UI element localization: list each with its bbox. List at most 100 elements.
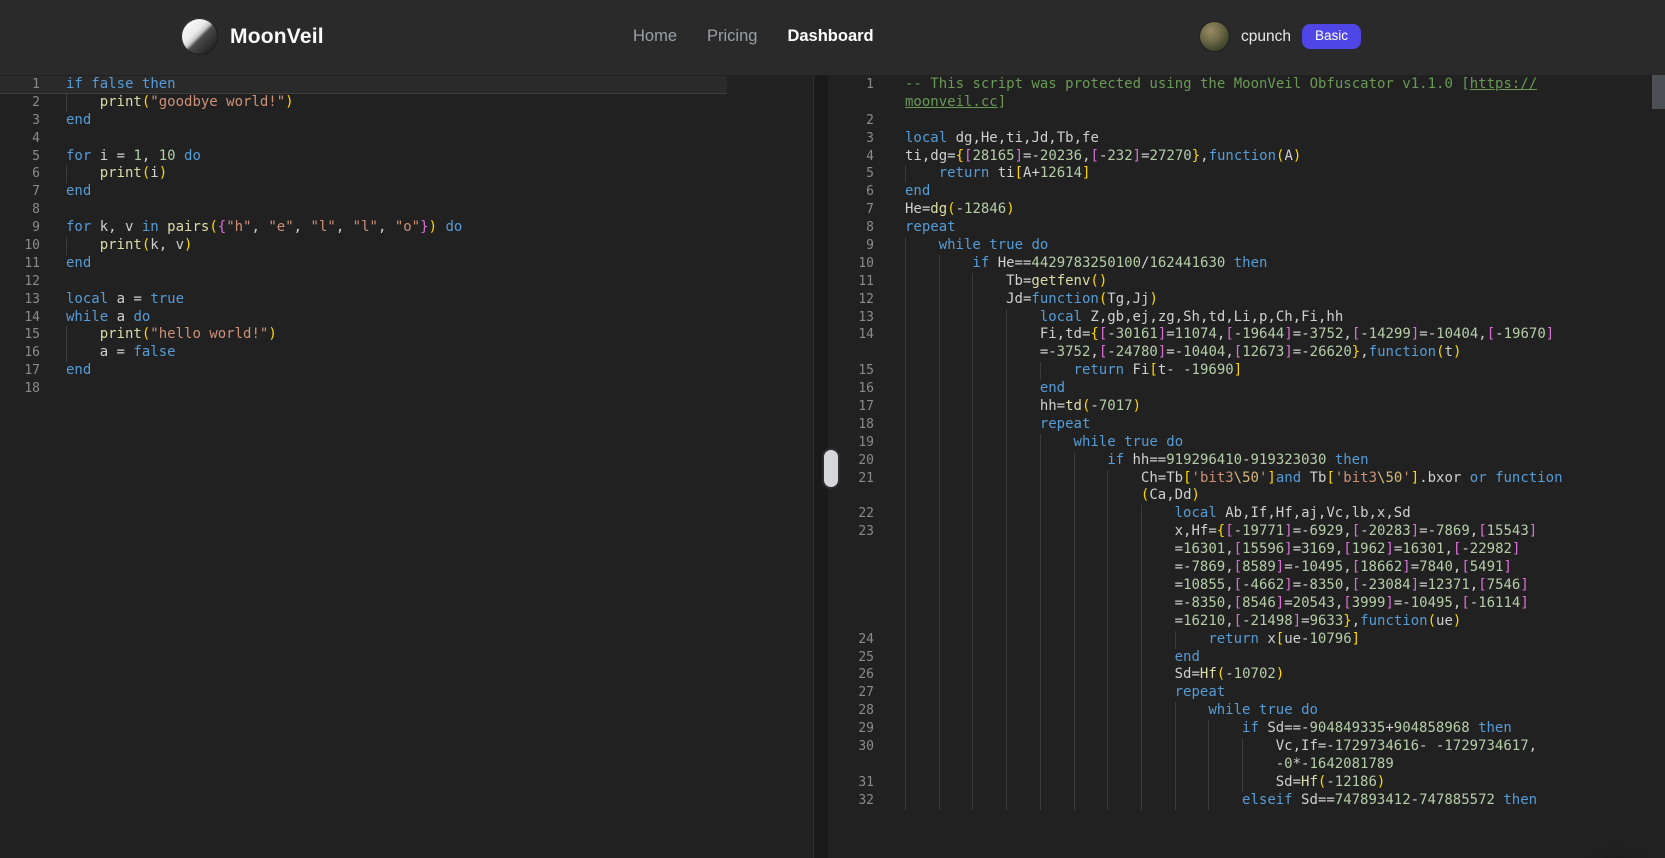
line-number: 8 xyxy=(0,201,40,219)
code-row: 5return ti[A+12614] xyxy=(828,165,1570,183)
line-number: 22 xyxy=(828,505,874,523)
app-header: MoonVeil Home Pricing Dashboard cpunch Bas… xyxy=(0,0,1665,73)
line-number xyxy=(828,559,874,577)
line-number: 2 xyxy=(828,112,874,130)
code-row: =-3752,[-24780]=-10404,[12673]=-26620},f… xyxy=(828,344,1570,362)
user-avatar[interactable] xyxy=(1199,21,1230,52)
line-number: 18 xyxy=(0,380,40,398)
line-number: 7 xyxy=(828,201,874,219)
code-row: 4ti,dg={[28165]=-20236,[-232]=27270},fun… xyxy=(828,148,1570,166)
code-row: 5for i = 1, 10 do xyxy=(0,148,727,166)
line-number: 4 xyxy=(828,148,874,166)
obfuscated-code-rows[interactable]: 1-- This script was protected using the … xyxy=(828,76,1570,810)
code-row: 30Vc,If=-1729734616- -1729734617, xyxy=(828,738,1570,756)
code-row: 12​ xyxy=(0,273,727,291)
code-row: 32elseif Sd==747893412-747885572 then xyxy=(828,792,1570,810)
line-number: 13 xyxy=(0,291,40,309)
line-number: 1 xyxy=(0,76,40,93)
line-number: 4 xyxy=(0,130,40,148)
line-number: 11 xyxy=(828,273,874,291)
brand[interactable]: MoonVeil xyxy=(181,0,324,73)
editor-workspace: 1if false then2print("goodbye world!")3e… xyxy=(0,73,1665,858)
code-row: 10print(k, v) xyxy=(0,237,727,255)
line-number: 17 xyxy=(828,398,874,416)
code-row: 8​ xyxy=(0,201,727,219)
line-number: 7 xyxy=(0,183,40,201)
line-number xyxy=(828,756,874,774)
line-number: 3 xyxy=(828,130,874,148)
code-row: 12Jd=function(Tg,Jj) xyxy=(828,291,1570,309)
code-row: 13local a = true xyxy=(0,291,727,309)
line-number: 2 xyxy=(0,94,40,112)
line-number: 26 xyxy=(828,666,874,684)
source-code-rows[interactable]: 1if false then2print("goodbye world!")3e… xyxy=(0,76,727,398)
code-row: 10if He==4429783250100/162441630 then xyxy=(828,255,1570,273)
vertical-scrollbar-thumb[interactable] xyxy=(1652,75,1665,109)
code-row: 19while true do xyxy=(828,434,1570,452)
line-number: 31 xyxy=(828,774,874,792)
code-row: 16end xyxy=(828,380,1570,398)
code-row: 6end xyxy=(828,183,1570,201)
editor-pane-source[interactable]: 1if false then2print("goodbye world!")3e… xyxy=(0,75,813,858)
line-number: 13 xyxy=(828,309,874,327)
code-row: 23x,Hf={[-19771]=-6929,[-20283]=-7869,[1… xyxy=(828,523,1570,541)
code-row: =16301,[15596]=3169,[1962]=16301,[-22982… xyxy=(828,541,1570,559)
line-number: 5 xyxy=(0,148,40,166)
code-row: 4​ xyxy=(0,130,727,148)
line-number: 8 xyxy=(828,219,874,237)
code-row: -0*-1642081789 xyxy=(828,756,1570,774)
user-box[interactable]: cpunch Basic xyxy=(1199,0,1361,73)
code-row: moonveil.cc] xyxy=(828,94,1570,112)
obfuscated-minimap[interactable] xyxy=(1572,76,1650,858)
code-row: 31Sd=Hf(-12186) xyxy=(828,774,1570,792)
code-row: 26Sd=Hf(-10702) xyxy=(828,666,1570,684)
code-row: 1if false then xyxy=(0,76,727,94)
code-row: 17hh=td(-7017) xyxy=(828,398,1570,416)
line-number xyxy=(828,344,874,362)
code-row: 25end xyxy=(828,649,1570,667)
code-row: 8repeat xyxy=(828,219,1570,237)
source-minimap[interactable] xyxy=(734,78,800,123)
line-number: 11 xyxy=(0,255,40,273)
code-row: =16210,[-21498]=9633},function(ue) xyxy=(828,613,1570,631)
line-number xyxy=(828,595,874,613)
code-row: 7He=dg(-12846) xyxy=(828,201,1570,219)
pane-resize-handle[interactable] xyxy=(822,448,840,489)
code-row: (Ca,Dd) xyxy=(828,487,1570,505)
line-number: 14 xyxy=(828,326,874,344)
line-number: 25 xyxy=(828,649,874,667)
code-row: 13local Z,gb,ej,zg,Sh,td,Li,p,Ch,Fi,hh xyxy=(828,309,1570,327)
line-number xyxy=(828,577,874,595)
code-row: 17end xyxy=(0,362,727,380)
nav-item-pricing[interactable]: Pricing xyxy=(707,27,757,46)
nav-item-dashboard[interactable]: Dashboard xyxy=(787,27,873,46)
code-row: 11Tb=getfenv() xyxy=(828,273,1570,291)
code-row: =10855,[-4662]=-8350,[-23084]=12371,[754… xyxy=(828,577,1570,595)
code-row: 27repeat xyxy=(828,684,1570,702)
editor-pane-obfuscated[interactable]: 1-- This script was protected using the … xyxy=(828,75,1665,858)
code-row: 18repeat xyxy=(828,416,1570,434)
line-number: 6 xyxy=(0,165,40,183)
code-row: 7end xyxy=(0,183,727,201)
line-number: 18 xyxy=(828,416,874,434)
line-number: 15 xyxy=(828,362,874,380)
line-number: 5 xyxy=(828,165,874,183)
nav-item-home[interactable]: Home xyxy=(633,27,677,46)
code-row: 3end xyxy=(0,112,727,130)
line-number: 14 xyxy=(0,309,40,327)
line-number: 32 xyxy=(828,792,874,810)
line-number xyxy=(828,94,874,112)
line-number: 16 xyxy=(828,380,874,398)
line-number xyxy=(828,613,874,631)
line-number: 10 xyxy=(828,255,874,273)
code-row: 6print(i) xyxy=(0,165,727,183)
moon-logo-icon xyxy=(181,18,218,55)
code-row: 9while true do xyxy=(828,237,1570,255)
line-number: 12 xyxy=(0,273,40,291)
line-number: 30 xyxy=(828,738,874,756)
code-row: 2​ xyxy=(828,112,1570,130)
line-number xyxy=(828,487,874,505)
code-row: 16a = false xyxy=(0,344,727,362)
main-nav: Home Pricing Dashboard xyxy=(633,0,874,73)
code-row: 14Fi,td={[-30161]=11074,[-19644]=-3752,[… xyxy=(828,326,1570,344)
